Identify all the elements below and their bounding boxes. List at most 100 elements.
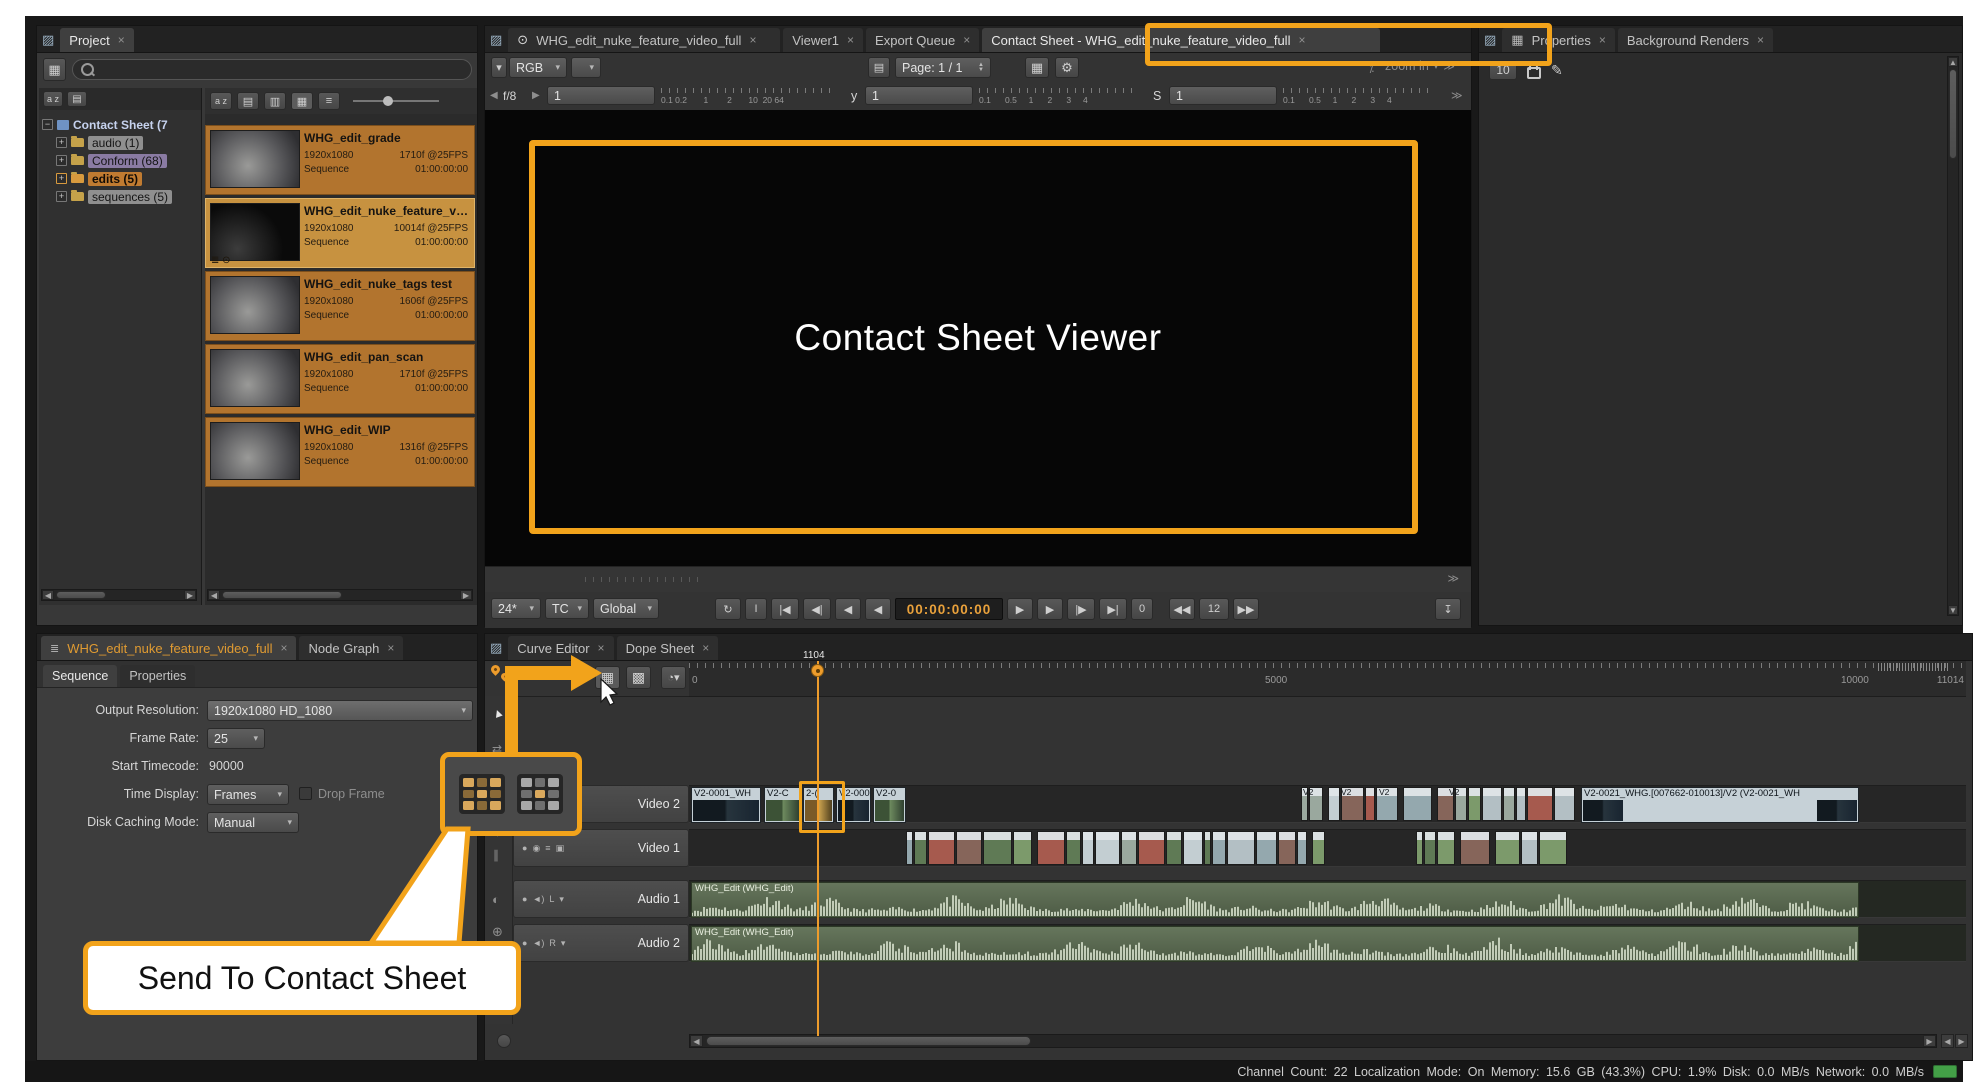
timeline-mini-clip[interactable] bbox=[1482, 787, 1502, 821]
timeline-mini-clip[interactable] bbox=[1503, 787, 1515, 821]
frame-mode-button[interactable]: I bbox=[745, 598, 767, 620]
chevron-down-icon[interactable]: ▾ bbox=[559, 894, 564, 905]
timeline-mini-clip[interactable] bbox=[983, 831, 1012, 865]
expand-icon[interactable]: + bbox=[56, 191, 67, 202]
close-icon[interactable]: × bbox=[963, 33, 970, 47]
thumbnail-size-slider[interactable] bbox=[353, 96, 439, 106]
scroll-right-icon[interactable]: ▶ bbox=[1923, 1035, 1936, 1047]
close-icon[interactable]: × bbox=[847, 33, 854, 47]
timeline-mini-clip[interactable] bbox=[1037, 831, 1065, 865]
compact-view-icon[interactable]: ≡ bbox=[318, 92, 340, 110]
expand-icon[interactable]: + bbox=[56, 137, 67, 148]
scroll-left-icon[interactable]: ◀ bbox=[42, 590, 54, 600]
fps-step-value[interactable]: 12 bbox=[1199, 598, 1229, 620]
step-forward-button[interactable]: ▶ bbox=[1037, 598, 1063, 620]
speaker-icon[interactable]: ◄) bbox=[532, 894, 544, 904]
timeline-mini-clip[interactable] bbox=[1495, 831, 1520, 865]
close-icon[interactable]: × bbox=[280, 641, 287, 655]
timeline-clip[interactable]: V2-000 bbox=[836, 787, 871, 823]
out-marker-icon[interactable] bbox=[500, 672, 510, 682]
panel-menu-icon[interactable]: ▨ bbox=[1484, 32, 1496, 48]
close-icon[interactable]: × bbox=[1599, 33, 1606, 47]
scrollbar-thumb[interactable] bbox=[56, 591, 106, 599]
scroll-left-icon[interactable]: ◀ bbox=[690, 1035, 703, 1047]
close-icon[interactable]: × bbox=[598, 641, 605, 655]
close-icon[interactable]: × bbox=[749, 33, 756, 47]
timeline-mini-clip[interactable] bbox=[1138, 831, 1165, 865]
tab-properties[interactable]: ▦ Properties × bbox=[1502, 28, 1615, 52]
chevron-down-icon[interactable]: ▾ bbox=[561, 938, 566, 949]
timeline-ruler[interactable]: 0 5000 10000 11014 bbox=[689, 661, 1966, 697]
range-select[interactable]: Global▾ bbox=[593, 598, 659, 619]
timeline-clip[interactable]: V2-0001_WH bbox=[691, 787, 761, 823]
lock-icon[interactable]: ● bbox=[522, 843, 527, 853]
detail-view-icon[interactable]: ▥ bbox=[264, 92, 286, 110]
clip-icon[interactable]: ▤ bbox=[868, 57, 890, 78]
step-back-button[interactable]: ◀ bbox=[835, 598, 861, 620]
arrow-right-icon[interactable]: ▶ bbox=[532, 90, 540, 101]
close-icon[interactable]: × bbox=[1757, 33, 1764, 47]
disk-caching-select[interactable]: Manual▾ bbox=[207, 812, 299, 833]
play-button[interactable]: ▶ bbox=[1007, 598, 1033, 620]
gear-icon[interactable]: ⚙ bbox=[1055, 57, 1079, 78]
scrollbar-thumb[interactable] bbox=[1949, 69, 1957, 159]
menu-icon[interactable]: ≡ bbox=[545, 843, 550, 853]
timeline-mini-clip[interactable] bbox=[1521, 831, 1538, 865]
timeline-mini-clip[interactable] bbox=[956, 831, 982, 865]
timeline-mini-clip[interactable] bbox=[1554, 787, 1575, 821]
audio-clip[interactable]: WHG_Edit (WHG_Edit) bbox=[691, 882, 1859, 918]
video1-lane[interactable] bbox=[689, 829, 1966, 867]
spinner-icons[interactable]: ▲▼ bbox=[978, 63, 984, 73]
audio-clip[interactable]: WHG_Edit (WHG_Edit) bbox=[691, 926, 1859, 962]
timeline-clip[interactable]: V2-C bbox=[764, 787, 801, 823]
razor-tool-icon[interactable]: ∥ bbox=[493, 848, 499, 862]
track-header-audio1[interactable]: ●◄) L▾ Audio 1 bbox=[513, 880, 689, 918]
collapse-icon[interactable]: − bbox=[42, 119, 53, 130]
video2-lane[interactable]: V2-0001_WH V2-C 2-( V2-000 V2-0 V2 V2 V2… bbox=[689, 785, 1966, 823]
timeline-mini-clip[interactable] bbox=[1204, 831, 1211, 865]
eye-icon[interactable]: ◉ bbox=[532, 843, 540, 854]
expand-icon[interactable]: + bbox=[56, 173, 67, 184]
timeline-mini-clip[interactable] bbox=[1166, 831, 1182, 865]
collapse-icon[interactable]: ≫ bbox=[1447, 572, 1459, 585]
output-resolution-select[interactable]: 1920x1080 HD_1080▾ bbox=[207, 700, 473, 721]
go-to-end-button[interactable]: ▶| bbox=[1099, 598, 1127, 620]
time-display-select[interactable]: Frames▾ bbox=[207, 784, 289, 805]
timeline-mini-clip[interactable] bbox=[1212, 831, 1226, 865]
soft-trim-icon[interactable]: ◐ bbox=[492, 892, 500, 907]
sort-az-icon[interactable]: a z bbox=[210, 92, 232, 110]
slider-handle[interactable] bbox=[383, 96, 393, 106]
tab-export-queue[interactable]: Export Queue × bbox=[866, 28, 979, 52]
tree-horizontal-scrollbar[interactable]: ◀ ▶ bbox=[41, 589, 197, 601]
channel-prev-icon[interactable]: ▾ bbox=[491, 57, 507, 78]
contact-sheet-options-button[interactable]: ▩ bbox=[626, 666, 651, 689]
gain-slider[interactable]: 1 bbox=[547, 86, 655, 105]
clip-row[interactable]: WHG_edit_WIP 1920x10801316f @25FPS Seque… bbox=[205, 417, 475, 487]
timeline-mini-clip[interactable] bbox=[1328, 787, 1340, 821]
tree-item-sequences[interactable]: + sequences (5) bbox=[56, 188, 199, 205]
timeline-mini-clip[interactable] bbox=[1066, 831, 1081, 865]
timeline-mini-clip[interactable] bbox=[1121, 831, 1137, 865]
close-icon[interactable]: × bbox=[118, 33, 125, 47]
fps-select[interactable]: 24*▾ bbox=[491, 598, 541, 619]
clip-row[interactable]: WHG_edit_nuke_tags test 1920x10801606f @… bbox=[205, 271, 475, 341]
tab-node-graph[interactable]: Node Graph × bbox=[299, 636, 403, 660]
filter-icon[interactable]: ▤ bbox=[67, 91, 87, 107]
clip-row[interactable]: WHG_edit_grade 1920x10801710f @25FPS Seq… bbox=[205, 125, 475, 195]
tab-curve-editor[interactable]: Curve Editor × bbox=[508, 636, 613, 660]
layer-select[interactable]: ▾ bbox=[571, 57, 601, 78]
subtab-properties[interactable]: Properties bbox=[120, 665, 195, 687]
tab-contact-sheet[interactable]: Contact Sheet - WHG_edit_nuke_feature_vi… bbox=[982, 28, 1380, 52]
playhead-marker-icon[interactable] bbox=[811, 664, 824, 677]
timeline-mini-clip[interactable] bbox=[1256, 831, 1277, 865]
tree-item-conform[interactable]: + Conform (68) bbox=[56, 152, 199, 169]
timeline-mini-clip[interactable] bbox=[1516, 787, 1526, 821]
timeline-mini-clip[interactable] bbox=[1527, 787, 1553, 821]
timeline-mini-clip[interactable] bbox=[914, 831, 927, 865]
close-icon[interactable]: × bbox=[1298, 33, 1305, 47]
timeline-mini-clip[interactable] bbox=[1183, 831, 1203, 865]
timecode-mode-select[interactable]: TC▾ bbox=[545, 598, 589, 619]
close-icon[interactable]: × bbox=[702, 641, 709, 655]
timeline-mini-clip[interactable] bbox=[928, 831, 955, 865]
selection-tool-icon[interactable]: ▲ bbox=[490, 704, 506, 721]
